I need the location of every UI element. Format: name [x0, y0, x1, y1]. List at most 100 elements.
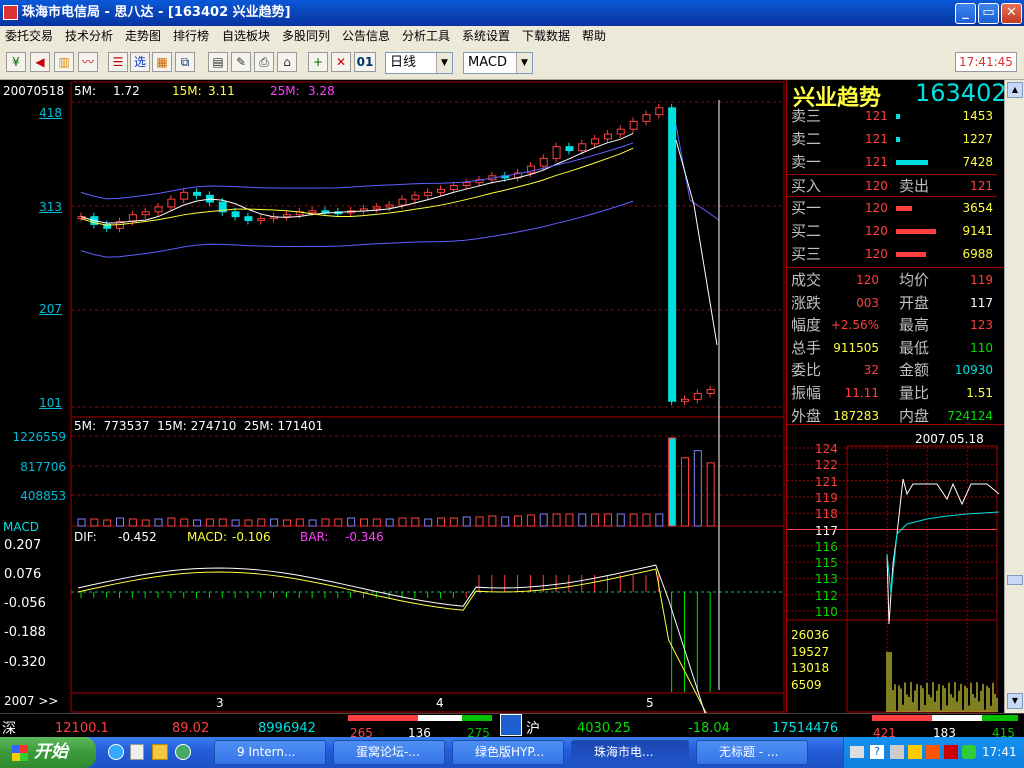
horn-icon[interactable]: ◀	[30, 52, 50, 72]
network-icon[interactable]	[908, 745, 922, 759]
grid-icon[interactable]: ▦	[152, 52, 172, 72]
stat-label: 最低	[899, 338, 930, 357]
kline-chart[interactable]	[0, 80, 786, 713]
volume-bar	[475, 516, 484, 527]
sh-up-bar	[872, 715, 932, 721]
volume-bar	[578, 513, 587, 527]
menu-help[interactable]: 帮助	[582, 26, 606, 46]
task-ie[interactable]: 9 Intern...	[214, 740, 326, 765]
candle	[539, 157, 548, 167]
doc-icon[interactable]: ▤	[208, 52, 228, 72]
ask-volume: 1227	[962, 132, 993, 146]
buy-label: 买入	[791, 177, 822, 195]
sh-down-bar	[982, 715, 1018, 721]
menu-tools[interactable]: 分析工具	[402, 26, 450, 46]
scroll-up-icon[interactable]: ▲	[1007, 82, 1023, 98]
sh-flat-bar	[932, 715, 982, 721]
ask-row: 卖三 121 1453	[787, 105, 997, 128]
candle	[398, 198, 407, 206]
maximize-button[interactable]: ▭	[978, 3, 999, 24]
folder-icon[interactable]	[152, 744, 168, 760]
avg-price-line	[886, 511, 1000, 595]
menu-tech-analysis[interactable]: 技术分析	[65, 26, 113, 46]
stat-label: 开盘	[899, 293, 930, 312]
volume-bar	[565, 513, 574, 527]
btn-01[interactable]: 01	[354, 52, 376, 72]
menu-trend[interactable]: 走势图	[125, 26, 161, 46]
media-icon[interactable]	[175, 744, 191, 760]
stat-row: 幅度 +2.56% 最高 123	[787, 314, 997, 337]
intraday-chart[interactable]	[787, 424, 1005, 713]
volume-bar	[591, 513, 600, 527]
compare-icon[interactable]: ⧉	[175, 52, 195, 72]
help-icon[interactable]: ?	[870, 745, 884, 759]
print-icon[interactable]: ⎙	[254, 52, 274, 72]
ask-bar	[896, 114, 900, 119]
bid-label: 买三	[791, 245, 822, 263]
candle	[282, 214, 291, 218]
shield-icon[interactable]	[962, 745, 976, 759]
index-switch-icon[interactable]	[500, 714, 522, 736]
stat-row: 委比 32 金额 10930	[787, 359, 997, 382]
stat-value: 32	[863, 363, 879, 378]
minimize-button[interactable]: _	[955, 3, 976, 24]
keyboard-icon[interactable]	[850, 746, 864, 758]
stat-label: 量比	[899, 384, 930, 402]
task-folder[interactable]: 绿色版HYP...	[452, 740, 564, 765]
task-label: 蛋窝论坛-...	[356, 745, 420, 759]
indicator-select[interactable]: MACD ▼	[463, 52, 533, 74]
bid-row: 买一 120 3654	[787, 197, 997, 220]
bid-bar	[896, 206, 912, 211]
bid-price: 120	[865, 201, 888, 215]
task-stock-app[interactable]: 珠海市电...	[571, 740, 689, 765]
volume-bar	[90, 518, 99, 527]
ie-icon[interactable]	[108, 744, 124, 760]
candle	[552, 146, 561, 159]
task-paint[interactable]: 无标题 - ...	[696, 740, 808, 765]
volume-bar	[706, 462, 715, 527]
stat-value: 11.11	[844, 386, 879, 400]
warning-icon[interactable]	[926, 745, 940, 759]
stat-value: 003	[856, 295, 879, 310]
cross-icon[interactable]: ✕	[331, 52, 351, 72]
chart-icon[interactable]: ▥	[54, 52, 74, 72]
volume-bar	[372, 518, 381, 527]
yuan-icon[interactable]: ¥	[6, 52, 26, 72]
menu-settings[interactable]: 系统设置	[462, 26, 510, 46]
period-select[interactable]: 日线 ▼	[385, 52, 453, 74]
sz-up-bar	[348, 715, 418, 721]
edit-icon[interactable]: ✎	[231, 52, 251, 72]
menu-download[interactable]: 下载数据	[522, 26, 570, 46]
display-icon[interactable]	[890, 745, 904, 759]
task-forum[interactable]: 蛋窝论坛-...	[333, 740, 445, 765]
volume-bar	[218, 518, 227, 527]
select-icon[interactable]: 选	[130, 52, 150, 72]
stat-label: 最高	[899, 316, 930, 335]
vertical-scrollbar[interactable]: ▲ ▼	[1004, 80, 1024, 713]
menu-watchlist[interactable]: 自选板块	[222, 26, 270, 46]
candle	[616, 128, 625, 135]
line-chart-icon[interactable]: 〰	[78, 52, 98, 72]
home-icon[interactable]: ⌂	[277, 52, 297, 72]
menu-announcement[interactable]: 公告信息	[342, 26, 390, 46]
bid-price: 120	[865, 224, 888, 238]
chart-frame	[70, 81, 785, 713]
ask-bar	[896, 137, 900, 142]
menu-entrust[interactable]: 委托交易	[5, 26, 53, 46]
scroll-down-icon[interactable]: ▼	[1007, 693, 1023, 709]
volume-bar	[655, 513, 664, 527]
close-button[interactable]: ✕	[1001, 3, 1022, 24]
notepad-icon[interactable]	[130, 744, 144, 760]
plus-icon[interactable]: +	[308, 52, 328, 72]
list-icon[interactable]: ☰	[108, 52, 128, 72]
period-value: 日线	[390, 55, 417, 70]
sz-flat-bar	[418, 715, 462, 721]
menu-ranking[interactable]: 排行榜	[173, 26, 209, 46]
scroll-thumb[interactable]	[1007, 575, 1023, 585]
antivirus-icon[interactable]	[944, 745, 958, 759]
stat-value: 911505	[833, 340, 879, 355]
sell-price: 121	[970, 179, 993, 193]
menu-multi-stock[interactable]: 多股同列	[282, 26, 330, 46]
candle	[244, 216, 253, 222]
ask-volume: 1453	[962, 109, 993, 123]
